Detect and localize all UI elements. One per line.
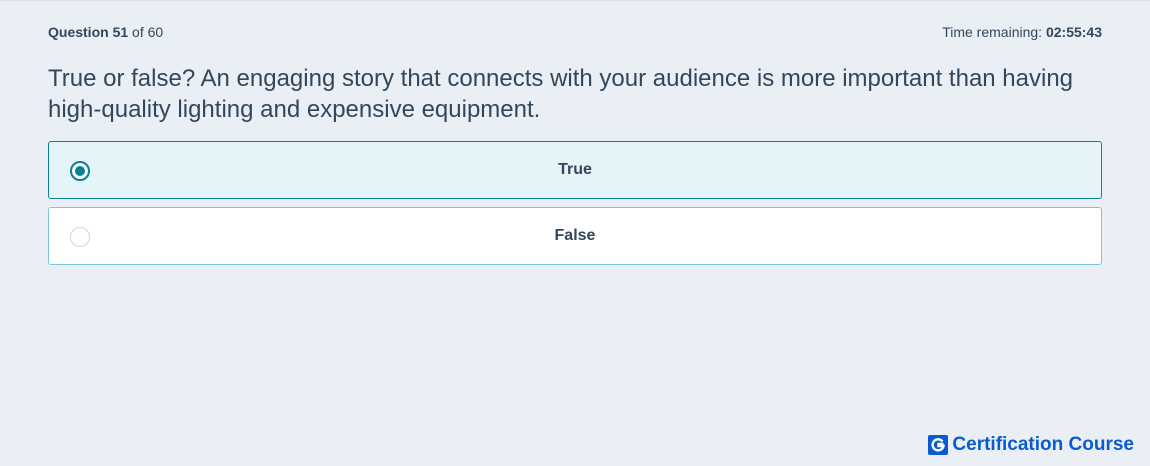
question-prefix: Question [48,24,109,40]
quiz-header: Question 51 of 60 Time remaining: 02:55:… [48,24,1102,40]
g-logo-icon [928,435,949,455]
question-number: 51 [112,24,129,40]
answer-option-false[interactable]: False [48,207,1102,265]
answer-label: False [554,227,596,244]
quiz-page: Question 51 of 60 Time remaining: 02:55:… [0,0,1150,466]
brand-logo: Certification Course [928,434,1134,456]
time-label: Time remaining: [942,24,1043,40]
question-total: of 60 [132,24,164,40]
question-counter: Question 51 of 60 [48,24,163,40]
answer-option-true[interactable]: True [48,141,1102,199]
answer-label: True [558,161,592,178]
time-value: 02:55:43 [1045,24,1102,40]
time-remaining: Time remaining: 02:55:43 [942,24,1102,40]
brand-name: Certification Course [952,434,1134,455]
question-text: True or false? An engaging story that co… [48,65,1074,123]
